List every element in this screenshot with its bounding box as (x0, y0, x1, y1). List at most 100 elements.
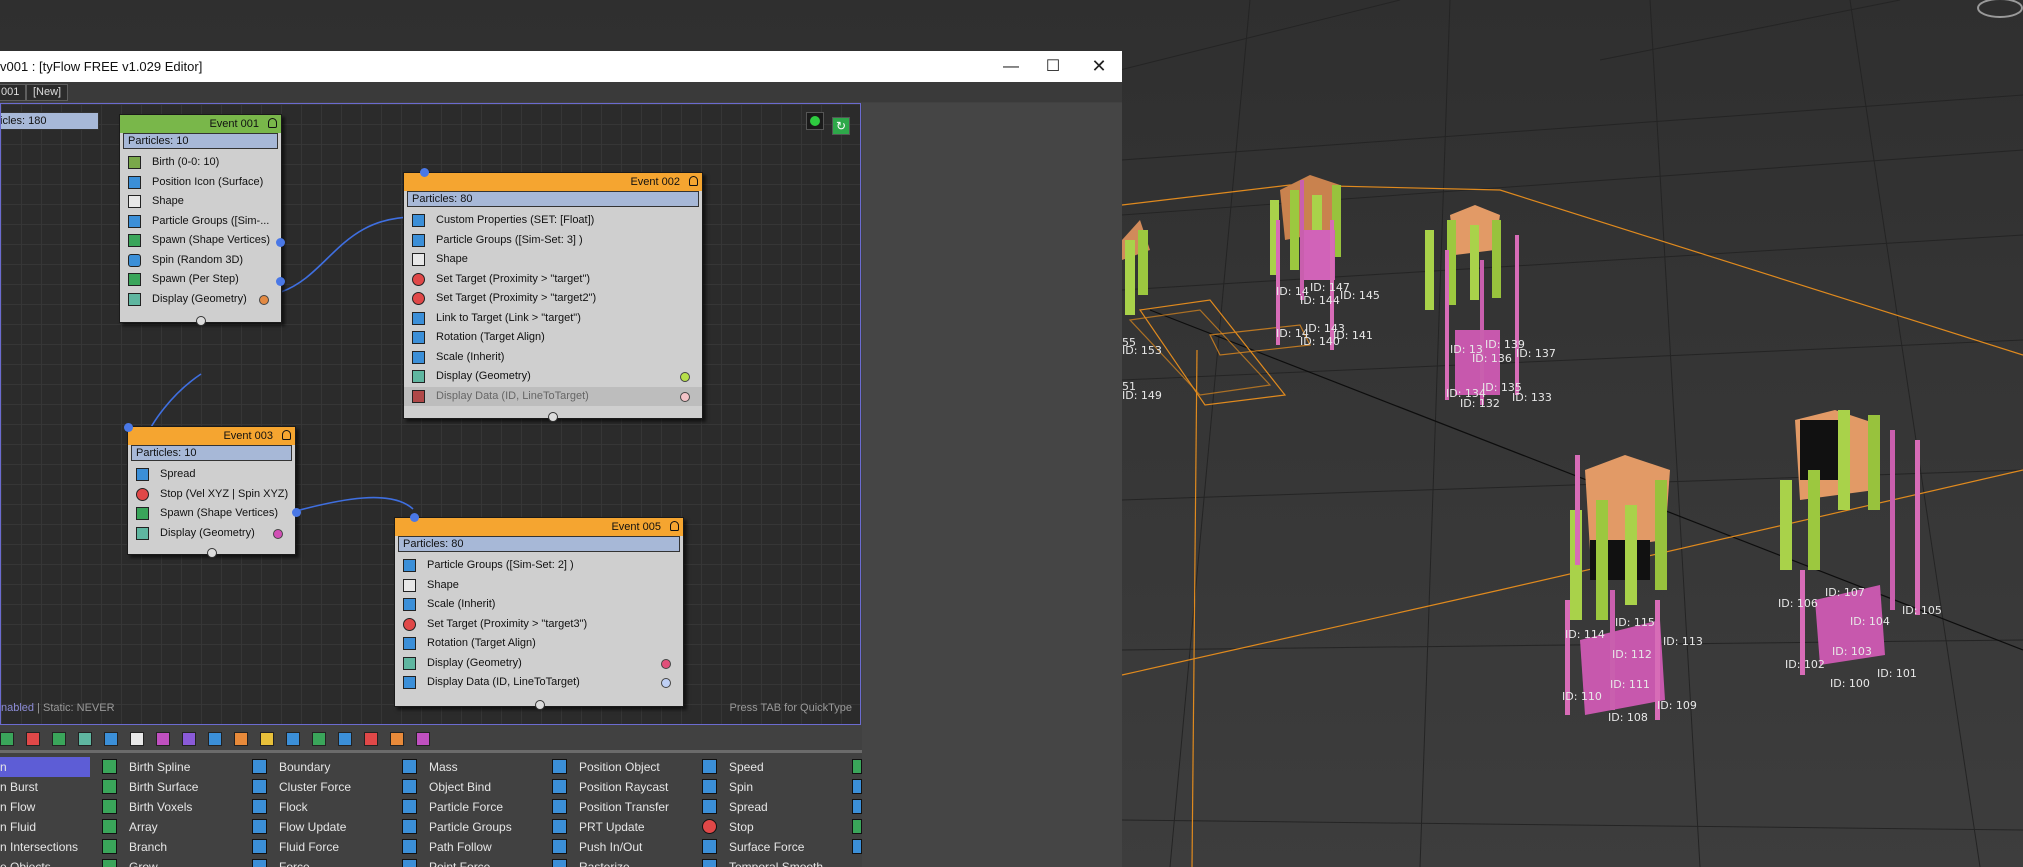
operator-spawn[interactable]: Spawn (Shape Vertices) (120, 231, 281, 251)
palette-item[interactable]: n Intersections (0, 837, 78, 857)
operator-link-to-target[interactable]: Link to Target (Link > "target") (404, 309, 702, 329)
operator-custom-properties[interactable]: Custom Properties (SET: [Float]) (404, 211, 702, 231)
operator-rotation[interactable]: Rotation (Target Align) (395, 634, 683, 654)
rotation-filter-icon[interactable] (286, 732, 300, 746)
operator-spawn-per-step[interactable]: Spawn (Per Step) (120, 270, 281, 290)
force-filter-icon[interactable] (104, 732, 118, 746)
operator-scale[interactable]: Scale (Inherit) (395, 595, 683, 615)
sim-enabled-icon[interactable] (805, 112, 824, 130)
operator-shape[interactable]: Shape (120, 192, 281, 212)
output-port[interactable] (292, 508, 301, 517)
event-header[interactable]: Event 003 (128, 427, 295, 445)
palette-item[interactable]: Temporal Smooth (729, 857, 823, 867)
palette-item[interactable]: Particle Force (429, 797, 503, 817)
operator-spawn[interactable]: Spawn (Shape Vertices) (128, 504, 295, 524)
event-bottom-port[interactable] (196, 316, 206, 326)
palette-item[interactable]: Push In/Out (579, 837, 642, 857)
palette-item[interactable]: Rasterize (579, 857, 630, 867)
operator-display[interactable]: Display (Geometry) (120, 290, 281, 310)
mapping-filter-icon[interactable] (182, 732, 196, 746)
pin-icon[interactable] (282, 430, 291, 440)
palette-item[interactable]: Birth Voxels (129, 797, 192, 817)
display-color-swatch[interactable] (273, 528, 283, 539)
operator-set-target[interactable]: Set Target (Proximity > "target") (404, 270, 702, 290)
palette-item[interactable]: n Flow (0, 797, 35, 817)
operator-display-data[interactable]: Display Data (ID, LineToTarget) (395, 673, 683, 693)
display-color-swatch[interactable] (680, 372, 690, 382)
event-node-001[interactable]: Event 001 Particles: 10 Birth (0-0: 10) … (119, 114, 285, 326)
event-node-002[interactable]: Event 002 Particles: 80 Custom Propertie… (403, 168, 703, 422)
tab-new[interactable]: [New] (26, 84, 69, 101)
palette-item[interactable]: n Burst (0, 777, 38, 797)
script-filter-icon[interactable] (390, 732, 404, 746)
material-filter-icon[interactable] (156, 732, 170, 746)
birth-filter-icon[interactable] (0, 732, 14, 746)
palette-item[interactable]: Object Bind (429, 777, 491, 797)
partial-event-node[interactable]: icles: 180 (1, 112, 99, 130)
display-color-swatch[interactable] (259, 294, 269, 305)
operator-spread[interactable]: Spread (128, 465, 295, 485)
palette-item[interactable]: n Fluid (0, 817, 36, 837)
operator-display[interactable]: Display (Geometry) (128, 524, 295, 544)
palette-item[interactable]: Branch (129, 837, 167, 857)
refresh-icon[interactable]: ↻ (832, 117, 850, 135)
event-node-005[interactable]: Event 005 Particles: 80 Particle Groups … (394, 513, 684, 710)
palette-item[interactable]: Birth Surface (129, 777, 198, 797)
window-titlebar[interactable]: v001 : [tyFlow FREE v1.029 Editor] — ☐ ✕ (0, 51, 1122, 82)
operator-display[interactable]: Display (Geometry) (404, 367, 702, 387)
event-header[interactable]: Event 005 (395, 518, 683, 536)
display-filter-icon[interactable] (78, 732, 92, 746)
operator-scale[interactable]: Scale (Inherit) (404, 348, 702, 368)
palette-item[interactable]: Force (279, 857, 310, 867)
palette-item[interactable]: Array (129, 817, 158, 837)
palette-item[interactable]: Flow Update (279, 817, 346, 837)
delete-filter-icon[interactable] (26, 732, 40, 746)
palette-item[interactable]: Surface Force (729, 837, 804, 857)
palette-item[interactable]: Spin (729, 777, 753, 797)
display-color-swatch[interactable] (661, 658, 671, 669)
position-filter-icon[interactable] (208, 732, 222, 746)
operator-display[interactable]: Display (Geometry) (395, 654, 683, 674)
event-bottom-port[interactable] (548, 412, 558, 422)
event-node-003[interactable]: Event 003 Particles: 10 Spread Stop (Vel… (124, 423, 301, 558)
operator-set-target-2[interactable]: Set Target (Proximity > "target2") (404, 289, 702, 309)
palette-item[interactable]: Path Follow (429, 837, 492, 857)
operator-set-target[interactable]: Set Target (Proximity > "target3") (395, 615, 683, 635)
operator-particle-groups[interactable]: Particle Groups ([Sim-Set: 3] ) (404, 231, 702, 251)
event-header[interactable]: Event 002 (404, 173, 702, 191)
property-filter-icon[interactable] (260, 732, 274, 746)
event-bottom-port[interactable] (207, 548, 217, 558)
operator-spin[interactable]: Spin (Random 3D) (120, 251, 281, 271)
palette-item[interactable]: Boundary (279, 757, 330, 777)
palette-item[interactable]: Point Force (429, 857, 490, 867)
palette-item[interactable]: Speed (729, 757, 764, 777)
pin-icon[interactable] (670, 521, 679, 531)
pin-icon[interactable] (268, 118, 277, 128)
operator-display-data[interactable]: Display Data (ID, LineToTarget) (404, 386, 702, 406)
operator-shape[interactable]: Shape (395, 576, 683, 596)
palette-item[interactable]: Birth Spline (129, 757, 190, 777)
palette-item[interactable]: Stop (729, 817, 754, 837)
palette-item[interactable]: Position Object (579, 757, 660, 777)
palette-item[interactable]: Cluster Force (279, 777, 351, 797)
test-filter-icon[interactable] (234, 732, 248, 746)
palette-item[interactable]: Mass (429, 757, 458, 777)
output-port[interactable] (276, 277, 285, 286)
palette-item[interactable]: Particle Groups (429, 817, 512, 837)
display-color-swatch[interactable] (661, 678, 671, 688)
spawn-filter-icon[interactable] (52, 732, 66, 746)
event-header[interactable]: Event 001 (120, 115, 281, 133)
operator-position-icon[interactable]: Position Icon (Surface) (120, 173, 281, 193)
operator-birth[interactable]: Birth (0-0: 10) (120, 153, 281, 173)
event-bottom-port[interactable] (535, 700, 545, 710)
operator-particle-groups[interactable]: Particle Groups ([Sim-Set: 2] ) (395, 556, 683, 576)
palette-item[interactable]: n (0, 757, 7, 777)
node-canvas[interactable]: icles: 180 ↻ Event 001 Particles: 10 Bir… (0, 103, 861, 725)
palette-item[interactable]: PRT Update (579, 817, 645, 837)
input-port[interactable] (410, 513, 419, 522)
operator-particle-groups[interactable]: Particle Groups ([Sim-... (120, 212, 281, 232)
input-port[interactable] (420, 168, 429, 177)
input-port[interactable] (124, 423, 133, 432)
close-icon[interactable]: ✕ (1076, 51, 1122, 82)
speed-filter-icon[interactable] (338, 732, 352, 746)
